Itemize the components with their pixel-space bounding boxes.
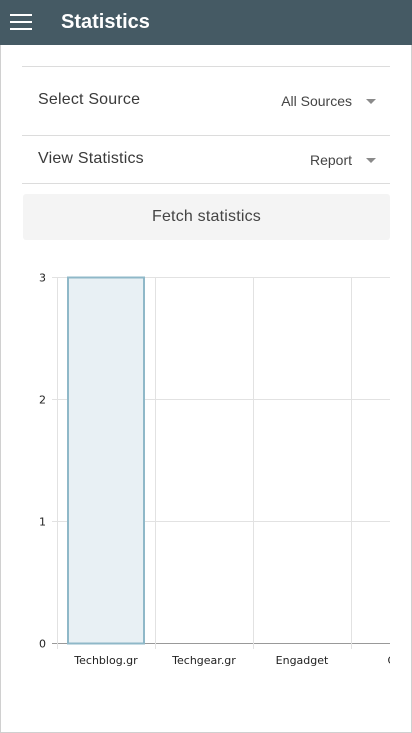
y-tick-label: 3 xyxy=(39,272,46,285)
view-filter-row: View Statistics Report xyxy=(22,136,390,184)
y-tick-label: 0 xyxy=(39,638,46,651)
fetch-statistics-button[interactable]: Fetch statistics xyxy=(23,194,390,240)
view-select[interactable]: Report xyxy=(310,150,376,170)
view-select-value: Report xyxy=(309,152,352,168)
page-title: Statistics xyxy=(61,11,150,33)
y-tick-label: 1 xyxy=(39,516,46,529)
x-tick-label: Techblog.gr xyxy=(73,654,138,667)
source-filter-label: Select Source xyxy=(38,91,141,108)
menu-icon[interactable] xyxy=(10,13,32,31)
view-filter-label: View Statistics xyxy=(38,150,144,167)
chevron-down-icon xyxy=(366,157,376,163)
divider xyxy=(22,183,390,184)
app-bar: Statistics xyxy=(0,0,412,45)
source-filter-row: Select Source All Sources xyxy=(22,77,390,125)
x-tick-label: Techgear.gr xyxy=(171,654,236,667)
source-select[interactable]: All Sources xyxy=(281,91,376,111)
x-tick-label: Engadget xyxy=(276,654,329,667)
x-tick-label: GSM xyxy=(388,654,412,667)
statistics-chart: 0 1 2 3 Techblog.gr Techgear.gr Engadget GSM xyxy=(39,272,412,667)
source-select-value: All Sources xyxy=(281,93,352,109)
y-tick-label: 2 xyxy=(39,394,46,407)
chart-bar xyxy=(67,276,145,645)
chevron-down-icon xyxy=(366,98,376,104)
divider xyxy=(22,66,390,67)
